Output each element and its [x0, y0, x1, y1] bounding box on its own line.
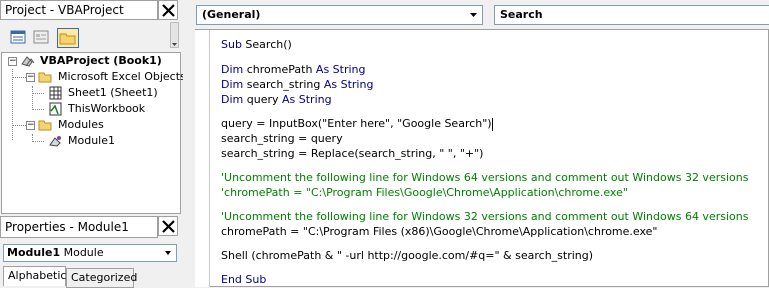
code-text: chromePath = "C:\Program Files (x86)\Goo… — [221, 225, 658, 238]
code-text: search_string = Replace(search_string, "… — [221, 147, 484, 160]
code-line[interactable]: Sub Search() — [221, 37, 292, 52]
code-comment: 'chromePath = "C:\Program Files\Google\C… — [221, 186, 628, 199]
object-combo-value: (General) — [202, 8, 261, 21]
code-line[interactable]: Dim query As String — [221, 92, 332, 107]
tree-node-module1[interactable]: Module1 — [48, 133, 180, 149]
chevron-down-icon — [165, 251, 171, 255]
code-text: search_string — [243, 78, 324, 91]
tree-connector — [12, 77, 26, 78]
code-line[interactable]: search_string = Replace(search_string, "… — [221, 146, 483, 161]
tree-node-label: ThisWorkbook — [68, 102, 146, 115]
vbaproject-icon — [21, 56, 35, 67]
tree-node-label: Microsoft Excel Objects — [58, 70, 186, 83]
code-keyword: Dim — [221, 93, 244, 106]
toolbar-scrollbar[interactable] — [170, 22, 179, 48]
close-icon — [162, 4, 175, 17]
code-keyword: As String — [282, 93, 332, 106]
close-icon — [162, 220, 175, 233]
tree-node-excel-objects[interactable]: Microsoft Excel Objects — [38, 69, 186, 85]
tree-node-label: Sheet1 (Sheet1) — [68, 86, 158, 99]
code-comment: 'Uncomment the following line for Window… — [221, 171, 749, 184]
tree-node-label: Modules — [58, 118, 104, 131]
view-object-icon — [33, 30, 49, 44]
properties-panel-title: Properties - Module1 — [0, 216, 158, 238]
collapse-toggle-excel-objects[interactable]: − — [26, 73, 35, 82]
code-keyword: As String — [323, 78, 374, 91]
tree-node-label: VBAProject (Book1) — [40, 54, 162, 67]
folder-open-icon — [38, 72, 52, 83]
text-cursor — [491, 117, 493, 131]
object-combo[interactable]: (General) — [196, 5, 483, 25]
code-line[interactable]: End Sub — [221, 272, 266, 287]
procedure-combo[interactable]: Search — [494, 5, 769, 25]
view-code-icon — [10, 30, 26, 44]
tab-alphabetic[interactable]: Alphabetic — [3, 266, 66, 286]
code-line[interactable]: 'Uncomment the following line for Window… — [221, 209, 748, 224]
project-tree[interactable]: − VBAProject (Book1) − Microsoft Excel O… — [1, 52, 186, 214]
tree-node-thisworkbook[interactable]: ThisWorkbook — [48, 101, 180, 117]
code-keyword: End Sub — [221, 273, 267, 286]
tree-node-sheet1[interactable]: Sheet1 (Sheet1) — [48, 85, 180, 101]
object-type: Module — [63, 246, 104, 259]
code-keyword: Sub — [221, 38, 242, 51]
tab-categorized[interactable]: Categorized — [66, 268, 137, 288]
code-text: search_string = query — [221, 132, 343, 145]
code-keyword: As String — [315, 63, 366, 76]
workbook-icon — [49, 102, 62, 116]
code-line[interactable]: Dim chromePath As String — [221, 62, 366, 77]
folder-open-icon — [38, 120, 52, 131]
tree-node-modules[interactable]: Modules — [38, 117, 180, 133]
module-icon — [49, 136, 61, 147]
project-explorer-title: Project - VBAProject — [0, 0, 158, 20]
tree-node-label: Module1 — [68, 134, 115, 147]
chevron-down-icon — [470, 13, 477, 17]
code-text: chromePath — [243, 63, 316, 76]
code-keyword: Dim — [221, 63, 244, 76]
code-comment: 'Uncomment the following line for Window… — [221, 210, 749, 223]
view-object-button[interactable] — [31, 28, 53, 48]
code-text: Shell (chromePath & " -url http://google… — [221, 249, 594, 262]
code-text: query — [243, 93, 282, 106]
code-line[interactable]: Shell (chromePath & " -url http://google… — [221, 248, 593, 263]
close-project-explorer-button[interactable] — [158, 0, 178, 20]
tree-connector — [12, 125, 26, 126]
code-line[interactable]: 'chromePath = "C:\Program Files\Google\C… — [221, 185, 628, 200]
code-line[interactable]: 'Uncomment the following line for Window… — [221, 170, 748, 185]
procedure-combo-value: Search — [500, 8, 543, 21]
folder-icon — [59, 33, 76, 45]
object-name: Module1 — [7, 246, 61, 259]
tree-node-vbaproject[interactable]: VBAProject (Book1) — [20, 53, 180, 69]
code-line[interactable]: Dim search_string As String — [221, 77, 373, 92]
tree-connector — [32, 93, 44, 94]
tree-connector — [12, 69, 13, 140]
scroll-arrows-icon — [172, 43, 177, 46]
code-text: Search() — [241, 38, 292, 51]
close-properties-button[interactable] — [158, 216, 178, 236]
tree-connector — [32, 141, 44, 142]
view-code-button[interactable] — [8, 28, 30, 48]
splitter[interactable] — [183, 0, 195, 287]
code-keyword: Dim — [221, 78, 244, 91]
code-line[interactable]: chromePath = "C:\Program Files (x86)\Goo… — [221, 224, 657, 239]
code-line[interactable]: query = InputBox("Enter here", "Google S… — [221, 116, 493, 131]
properties-object-select[interactable]: Module1 Module — [3, 244, 177, 262]
tree-connector — [32, 109, 44, 110]
object-combo-dropdown[interactable] — [465, 6, 482, 24]
toggle-folders-button[interactable] — [57, 28, 79, 48]
code-margin-indicator-bar[interactable] — [195, 30, 210, 287]
code-text: query = InputBox("Enter here", "Google S… — [221, 117, 492, 130]
code-line[interactable]: search_string = query — [221, 131, 343, 146]
tree-connector — [32, 86, 33, 108]
worksheet-icon — [49, 86, 62, 100]
collapse-toggle-modules[interactable]: − — [26, 121, 35, 130]
collapse-toggle-root[interactable]: − — [8, 57, 17, 66]
